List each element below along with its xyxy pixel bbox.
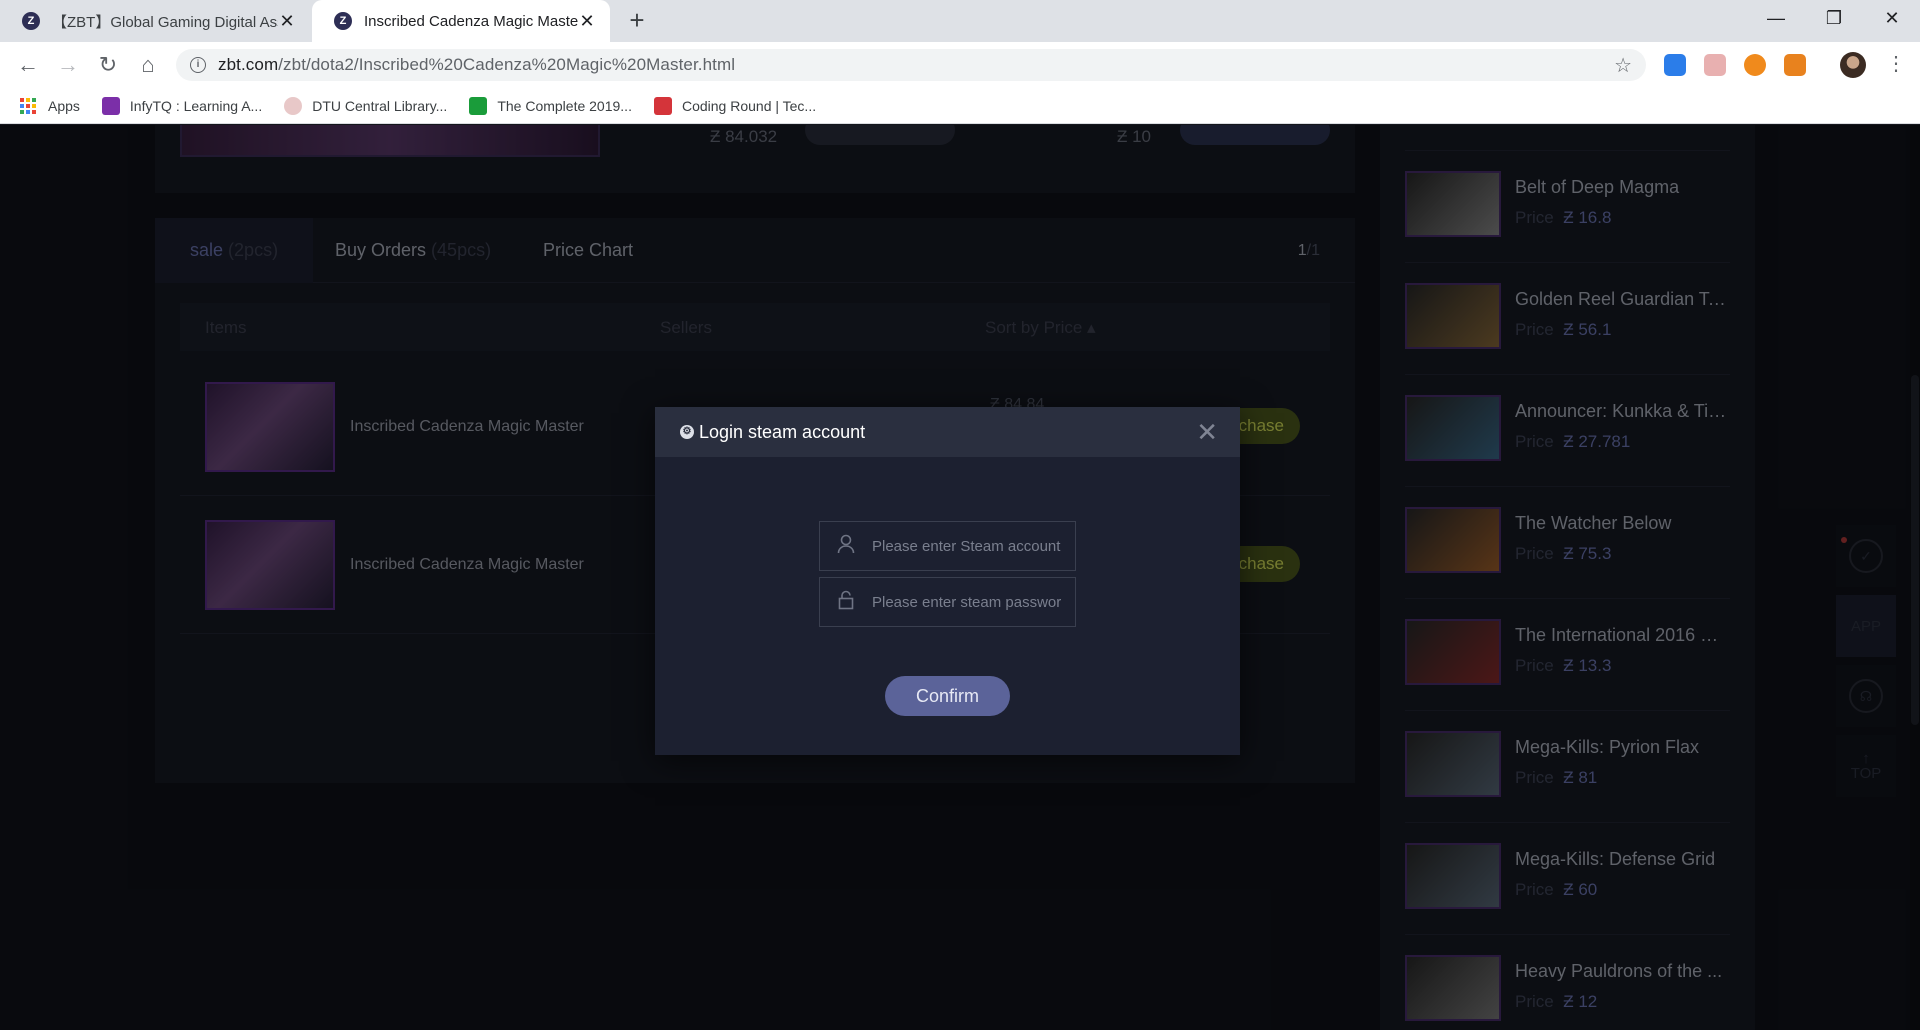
browser-menu-icon[interactable]: ⋮ <box>1886 54 1906 74</box>
steam-icon: ⚙ <box>680 425 694 439</box>
close-icon[interactable]: ✕ <box>578 11 596 32</box>
bookmark-complete-2019[interactable]: The Complete 2019... <box>469 96 632 115</box>
metamask-fox-icon[interactable] <box>1784 54 1806 76</box>
fire-extension-icon[interactable] <box>1744 54 1766 76</box>
steam-account-field[interactable] <box>819 521 1076 571</box>
url-text: zbt.com/zbt/dota2/Inscribed%20Cadenza%20… <box>218 55 736 74</box>
screenshot-extension-icon[interactable] <box>1704 54 1726 76</box>
zbt-favicon-icon: Z <box>22 12 40 30</box>
bookmarks-bar: Apps InfyTQ : Learning A... DTU Central … <box>0 88 1920 124</box>
bookmark-star-icon[interactable]: ☆ <box>1614 53 1632 78</box>
home-icon[interactable]: ⌂ <box>132 49 164 81</box>
tab-title: Inscribed Cadenza Magic Master <box>364 12 578 30</box>
user-icon <box>820 534 872 559</box>
steam-account-input[interactable] <box>872 537 1075 555</box>
browser-tab-bar: Z 【ZBT】Global Gaming Digital Asse ✕ Z In… <box>0 0 1920 42</box>
browser-tab[interactable]: Z 【ZBT】Global Gaming Digital Asse ✕ <box>0 0 310 42</box>
browser-toolbar: ← → ↻ ⌂ i zbt.com/zbt/dota2/Inscribed%20… <box>0 42 1920 88</box>
back-icon[interactable]: ← <box>12 49 44 81</box>
forward-icon[interactable]: → <box>52 49 84 81</box>
maximize-icon[interactable]: ❐ <box>1806 0 1862 36</box>
bookmark-infytq[interactable]: InfyTQ : Learning A... <box>101 96 262 115</box>
translate-extension-icon[interactable] <box>1664 54 1686 76</box>
profile-avatar[interactable] <box>1840 52 1866 78</box>
new-tab-button[interactable]: + <box>622 6 652 36</box>
minimize-icon[interactable]: — <box>1748 0 1804 36</box>
tab-title: 【ZBT】Global Gaming Digital Asse <box>52 13 278 31</box>
site-info-icon[interactable]: i <box>190 57 206 73</box>
steam-password-field[interactable] <box>819 577 1076 627</box>
lock-icon <box>820 590 872 615</box>
window-close-icon[interactable]: ✕ <box>1864 0 1920 36</box>
modal-title: Login steam account <box>699 421 866 442</box>
ftu-icon <box>469 96 488 115</box>
infytq-icon <box>101 96 120 115</box>
apps-grid-icon <box>20 97 36 114</box>
close-icon[interactable]: ✕ <box>1196 419 1218 445</box>
dtu-icon <box>284 96 303 115</box>
bookmark-coding-round[interactable]: Coding Round | Tec... <box>653 96 816 115</box>
confirm-button[interactable]: Confirm <box>885 676 1010 716</box>
steam-password-input[interactable] <box>872 593 1075 611</box>
address-bar[interactable]: i zbt.com/zbt/dota2/Inscribed%20Cadenza%… <box>176 49 1646 81</box>
close-icon[interactable]: ✕ <box>278 11 296 32</box>
bookmark-dtu-library[interactable]: DTU Central Library... <box>284 96 447 115</box>
browser-tab-active[interactable]: Z Inscribed Cadenza Magic Master ✕ <box>312 0 610 42</box>
page-content: Ƶ 84.032 Ƶ 10 sale (2pcs) Buy Orders (45… <box>0 125 1920 1030</box>
login-modal: ⚙ Login steam account ✕ Confirm <box>655 407 1240 755</box>
bookmark-apps[interactable]: Apps <box>20 97 80 114</box>
modal-header: ⚙ Login steam account ✕ <box>655 407 1240 457</box>
tg-icon <box>653 96 672 115</box>
zbt-favicon-icon: Z <box>334 12 352 30</box>
reload-icon[interactable]: ↻ <box>92 49 124 81</box>
